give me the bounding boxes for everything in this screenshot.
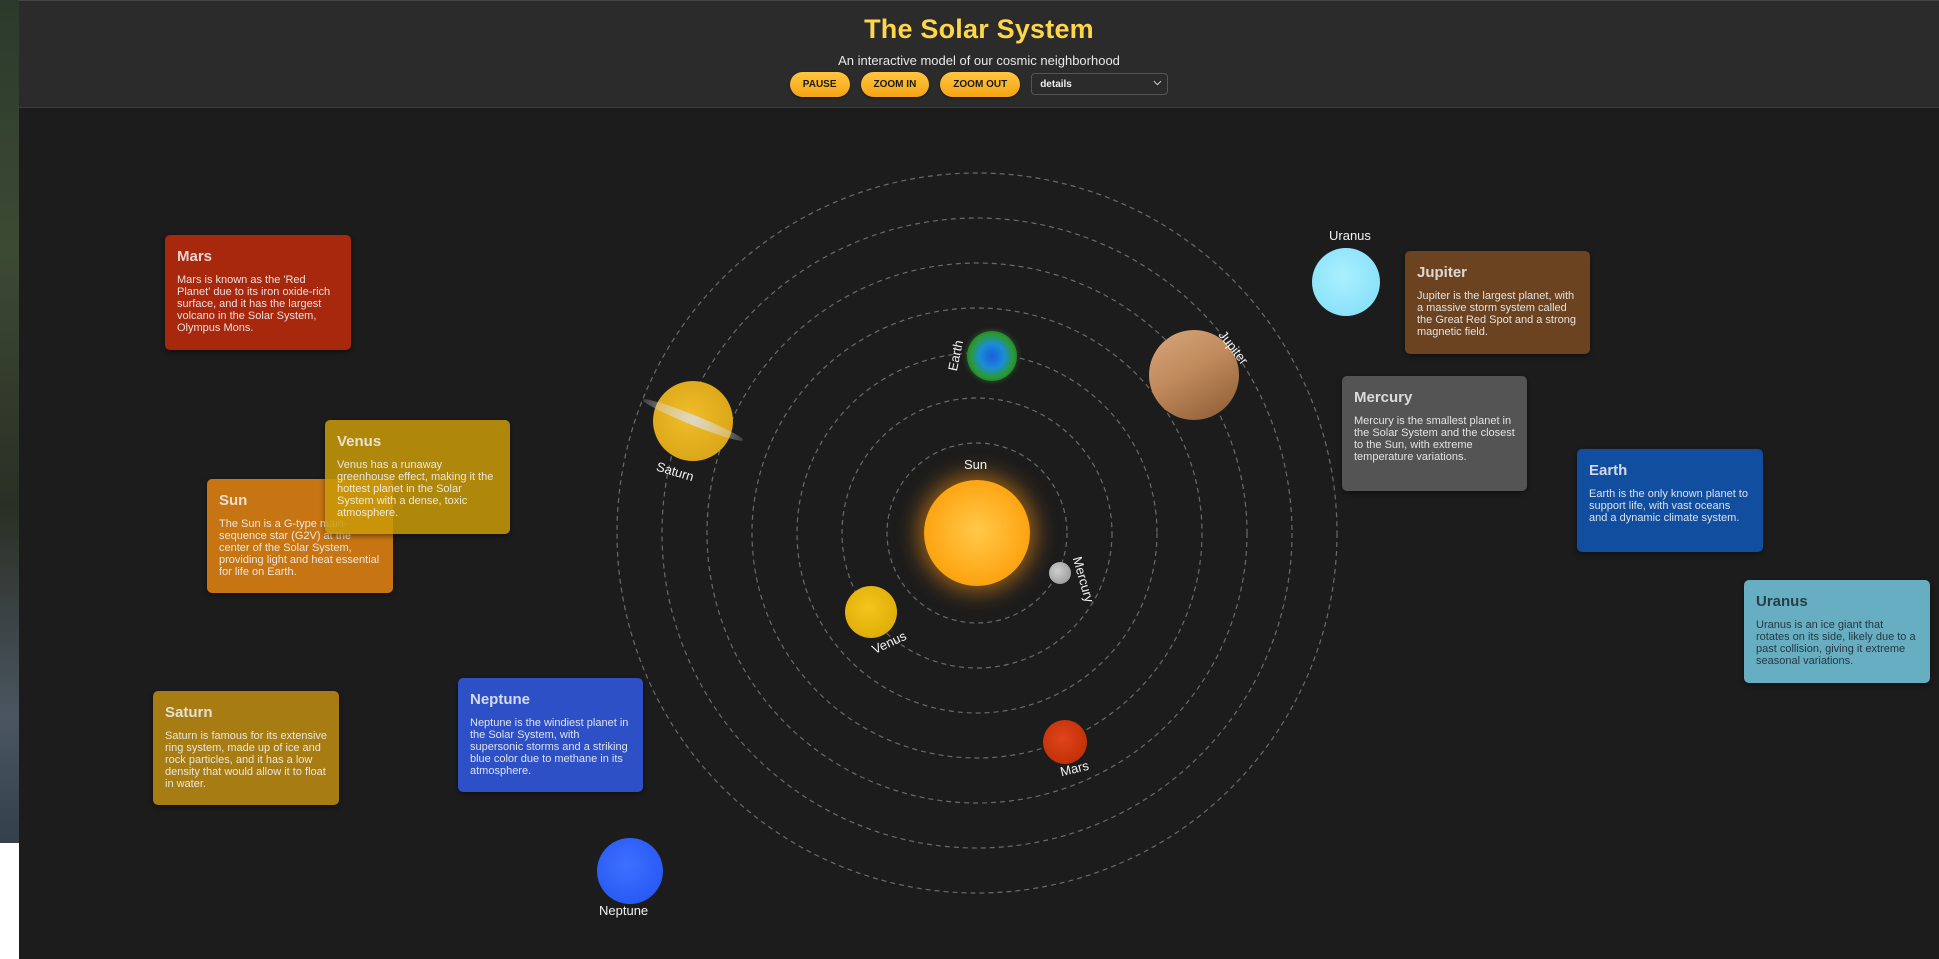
info-card-text: Neptune is the windiest planet in the So… <box>470 717 629 777</box>
neptune[interactable] <box>597 838 663 904</box>
info-card-title: Mercury <box>1354 389 1413 406</box>
pause-button[interactable]: PAUSE <box>789 71 850 97</box>
view-mode-select[interactable]: details ⌵ <box>1031 73 1169 95</box>
info-card-saturn[interactable]: Saturn Saturn is famous for its extensiv… <box>153 691 339 805</box>
page-title: The Solar System <box>864 14 1094 44</box>
info-card-text: Earth is the only known planet to suppor… <box>1589 488 1748 524</box>
earth[interactable] <box>967 331 1017 381</box>
neptune-label: Neptune <box>599 903 649 918</box>
app-header: The Solar System An interactive model of… <box>19 0 1939 108</box>
venus[interactable] <box>845 586 897 638</box>
mars[interactable] <box>1043 720 1087 764</box>
info-card-title: Saturn <box>165 704 213 721</box>
info-card-title: Uranus <box>1756 593 1808 610</box>
info-card-text: Saturn is famous for its extensive ring … <box>165 730 328 790</box>
info-card-text: Mercury is the smallest planet in the So… <box>1354 415 1515 463</box>
zoom-out-button[interactable]: ZOOM OUT <box>940 71 1021 97</box>
info-card-title: Jupiter <box>1417 264 1468 281</box>
info-card-text: Venus has a runaway greenhouse effect, m… <box>337 459 494 519</box>
uranus-label: Uranus <box>1329 228 1371 243</box>
info-card-title: Venus <box>337 433 382 450</box>
info-card-title: Mars <box>177 248 213 265</box>
info-card-earth[interactable]: Earth Earth is the only known planet to … <box>1577 449 1763 552</box>
uranus[interactable] <box>1312 248 1380 316</box>
background-window-edge <box>0 0 19 843</box>
info-card-neptune[interactable]: Neptune Neptune is the windiest planet i… <box>458 678 643 792</box>
info-card-mercury[interactable]: Mercury Mercury is the smallest planet i… <box>1342 376 1527 491</box>
sun-label: Sun <box>964 457 988 472</box>
info-card-jupiter[interactable]: Jupiter Jupiter is the largest planet, w… <box>1405 251 1590 354</box>
info-card-mars[interactable]: Mars Mars is known as the 'Red Planet' d… <box>165 235 351 350</box>
sun[interactable] <box>924 480 1030 586</box>
zoom-in-button[interactable]: ZOOM IN <box>860 71 930 97</box>
solar-system-app: The Solar System An interactive model of… <box>19 0 1939 959</box>
solar-system-stage: Sun Mercury Venus Earth Mars Jupiter Sat… <box>19 108 1939 959</box>
info-card-text: Jupiter is the largest planet, with a ma… <box>1417 290 1576 338</box>
info-card-text: Mars is known as the 'Red Planet' due to… <box>177 274 331 334</box>
chevron-down-icon: ⌵ <box>1153 77 1162 88</box>
info-card-title: Neptune <box>470 691 530 708</box>
page-subtitle: An interactive model of our cosmic neigh… <box>838 53 1120 68</box>
control-bar: PAUSE ZOOM IN ZOOM OUT details ⌵ <box>19 71 1939 97</box>
view-mode-selected-value: details <box>1040 78 1072 90</box>
info-card-venus[interactable]: Venus Venus has a runaway greenhouse eff… <box>325 420 510 534</box>
info-card-text: Uranus is an ice giant that rotates on i… <box>1756 619 1916 667</box>
mercury[interactable] <box>1049 562 1071 584</box>
info-card-uranus[interactable]: Uranus Uranus is an ice giant that rotat… <box>1744 580 1930 683</box>
info-card-title: Earth <box>1589 462 1628 479</box>
